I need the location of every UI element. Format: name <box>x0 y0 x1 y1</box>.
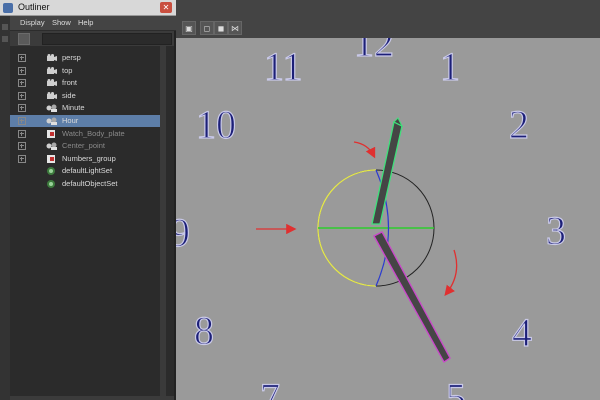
set-icon <box>46 179 58 189</box>
outliner-item-label: Watch_Body_plate <box>62 128 125 138</box>
mesh-icon <box>46 154 58 164</box>
network-icon[interactable]: ⋈ <box>228 21 242 35</box>
outliner-item-label: defaultObjectSet <box>62 179 118 188</box>
menu-show[interactable]: Show <box>52 18 71 27</box>
search-input[interactable] <box>42 33 172 45</box>
outliner-left-strip <box>0 16 10 400</box>
rotation-arrows <box>256 141 458 297</box>
mesh-group-icon <box>46 103 58 113</box>
outliner-item-center-point[interactable]: Center_point <box>10 140 160 152</box>
expand-icon[interactable] <box>18 104 26 113</box>
cube-icon[interactable]: ◻ <box>200 21 214 35</box>
numeral-11: 11 <box>264 44 303 89</box>
expand-icon[interactable] <box>18 154 26 163</box>
pin-icon[interactable] <box>2 36 8 42</box>
outliner-item-label: persp <box>62 53 81 62</box>
outliner-item-persp[interactable]: persp <box>10 52 160 64</box>
outliner-item-label: defaultLightSet <box>62 166 113 176</box>
outliner-item-watch-body-plate[interactable]: Watch_Body_plate <box>10 128 160 140</box>
numeral-12: 12 <box>354 38 394 65</box>
expand-icon[interactable] <box>18 142 26 151</box>
expand-icon[interactable] <box>18 129 26 138</box>
outliner-item-label: Center_point <box>62 141 105 151</box>
numeral-8: 8 <box>194 308 214 353</box>
outliner-item-label: front <box>62 78 78 88</box>
menu-display[interactable]: Display <box>20 18 45 27</box>
minute-rotate-arrow <box>444 249 458 297</box>
outliner-menubar: Display Show Help <box>10 16 176 31</box>
filter-icon[interactable] <box>18 33 30 45</box>
shelf-toolbar: ▣ ◻ ◼ ⋈ <box>176 18 600 39</box>
expand-icon[interactable] <box>18 54 26 62</box>
numeral-1: 1 <box>440 44 460 89</box>
camera-icon <box>46 53 58 63</box>
minute-hand[interactable] <box>373 231 451 363</box>
expand-icon[interactable] <box>18 91 26 100</box>
outliner-window: Outliner ✕ Display Show Help persp top fro… <box>0 0 176 400</box>
menu-help[interactable]: Help <box>78 18 93 27</box>
pin-icon[interactable] <box>2 24 8 30</box>
expand-icon[interactable] <box>18 66 26 75</box>
outliner-titlebar[interactable]: Outliner ✕ <box>0 0 176 16</box>
outliner-item-numbers-group[interactable]: Numbers_group <box>10 153 160 165</box>
outliner-item-label: Numbers_group <box>62 153 116 163</box>
cube-icon[interactable]: ◼ <box>214 21 228 35</box>
numeral-7: 7 <box>260 375 280 400</box>
outliner-item-label: side <box>62 90 76 100</box>
numeral-3: 3 <box>546 208 566 253</box>
expand-icon[interactable] <box>18 79 26 88</box>
camera-icon <box>46 66 58 76</box>
outliner-item-hour[interactable]: Hour <box>10 115 160 127</box>
numeral-9: 9 <box>176 210 190 255</box>
outliner-item-side[interactable]: side <box>10 90 160 102</box>
outliner-item-defaultlightset[interactable]: defaultLightSet <box>10 165 160 177</box>
set-icon <box>46 166 58 176</box>
outliner-item-label: Minute <box>62 103 85 113</box>
outliner-item-minute[interactable]: Minute <box>10 102 160 114</box>
numeral-2: 2 <box>509 102 529 147</box>
close-icon[interactable]: ✕ <box>160 2 172 13</box>
viewport-3d[interactable]: 12 1 2 3 4 5 7 8 9 10 11 <box>176 38 600 400</box>
rotate-manipulator[interactable] <box>317 169 435 287</box>
outliner-list: persp top front side Minute Hour Watch_Body_pl… <box>10 46 174 396</box>
camera-icon <box>46 91 58 101</box>
outliner-search-bar <box>10 32 174 45</box>
select-tool-icon[interactable]: ▣ <box>182 21 196 35</box>
outliner-item-top[interactable]: top <box>10 65 160 77</box>
hour-rotate-arrow <box>353 141 376 159</box>
outliner-item-defaultobjectset[interactable]: defaultObjectSet <box>10 178 160 190</box>
outliner-item-front[interactable]: front <box>10 77 160 89</box>
expand-icon[interactable] <box>18 117 26 125</box>
mesh-icon <box>46 129 58 139</box>
numeral-10: 10 <box>196 102 236 147</box>
window-title: Outliner <box>18 2 50 12</box>
camera-icon <box>46 78 58 88</box>
outliner-item-label: Hour <box>62 116 79 125</box>
window-icon <box>3 3 13 13</box>
numeral-4: 4 <box>512 310 532 355</box>
numeral-5: 5 <box>446 375 466 400</box>
mesh-group-icon <box>46 116 58 126</box>
mesh-group-icon <box>46 141 58 151</box>
clock-scene: 12 1 2 3 4 5 7 8 9 10 11 <box>176 38 567 400</box>
outliner-item-label: top <box>62 65 73 75</box>
scrollbar[interactable] <box>160 46 166 396</box>
